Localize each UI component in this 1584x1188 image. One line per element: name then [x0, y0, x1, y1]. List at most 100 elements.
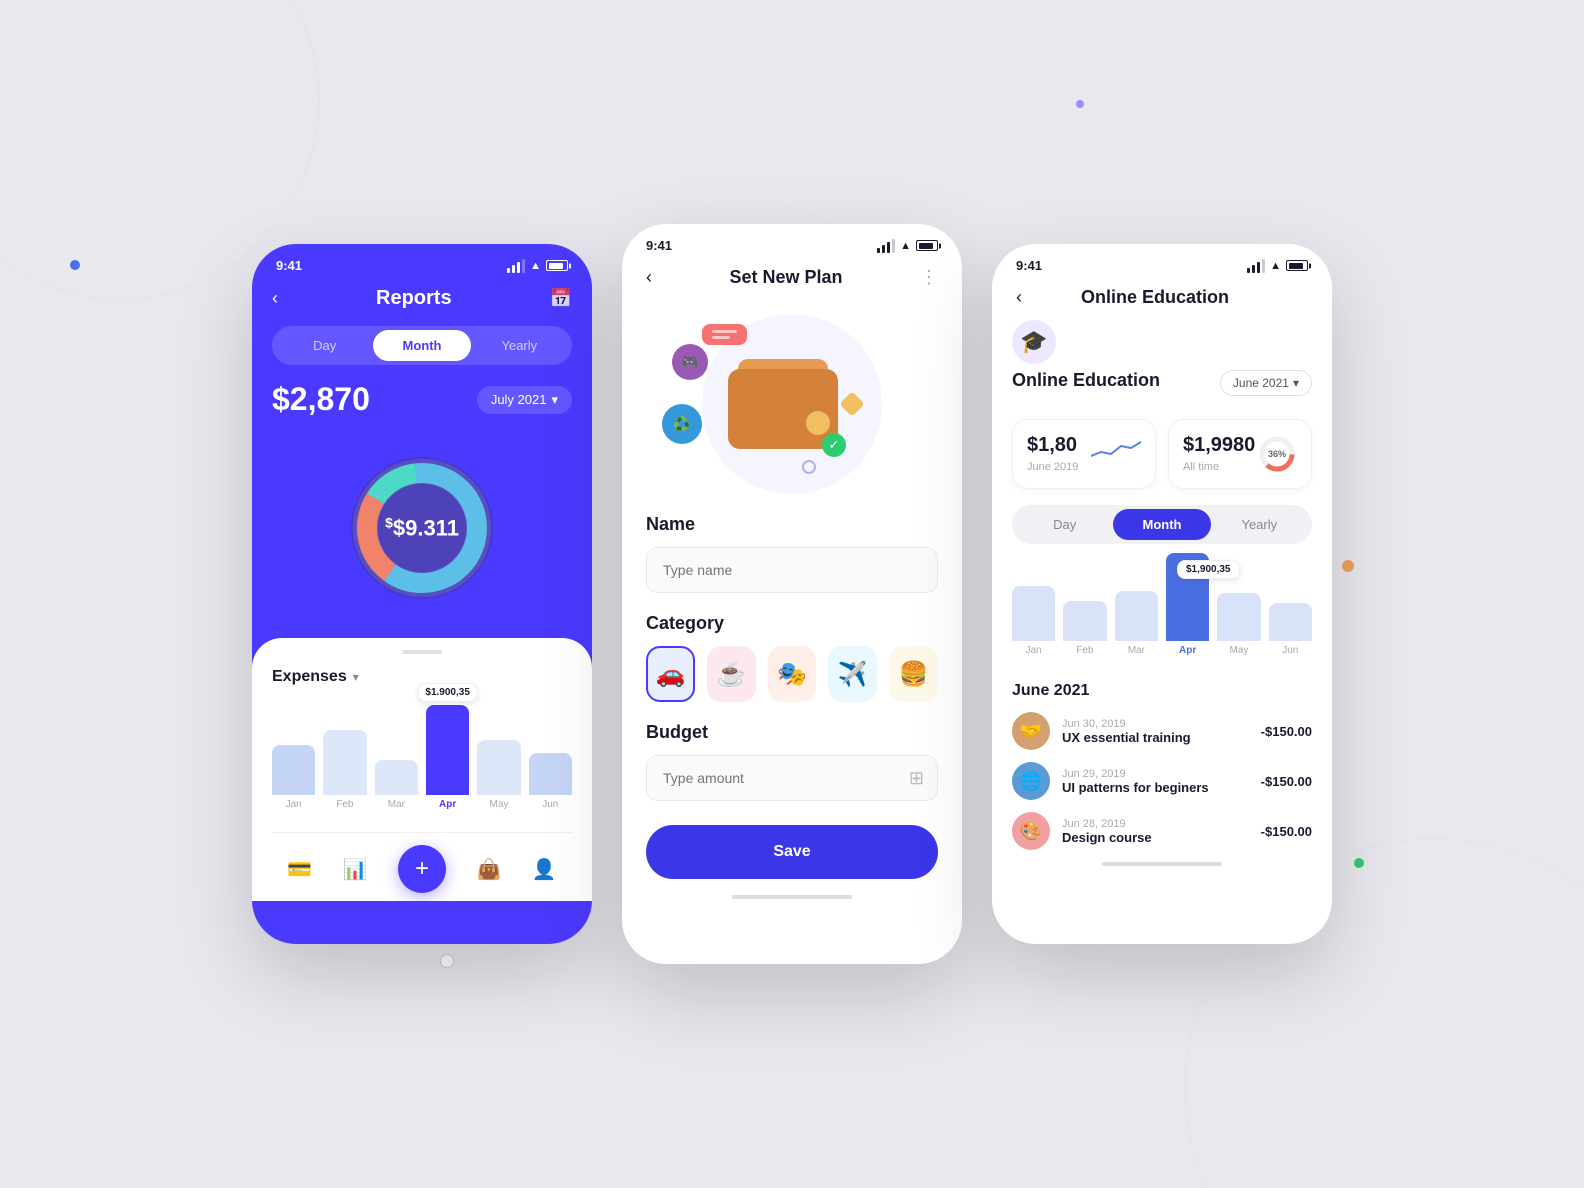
save-button[interactable]: Save — [646, 825, 938, 879]
back-button-3[interactable]: ‹ — [1016, 287, 1022, 308]
bottom-handle — [402, 650, 442, 654]
home-indicator-3 — [1102, 862, 1222, 866]
dropdown-arrow: ▾ — [551, 392, 558, 408]
calculator-icon: ⊞ — [909, 768, 924, 789]
p3-content: 🎓 Online Education June 2021 ▾ $1,80 Jun… — [992, 320, 1332, 850]
status-icons-3: ▲ — [1247, 259, 1308, 273]
donut-center-value: $$9.311 — [385, 514, 459, 541]
p3-title-row: Online Education June 2021 ▾ — [1012, 370, 1312, 405]
bar-tooltip: $1.900,35 — [417, 683, 478, 702]
category-travel[interactable]: ✈️ — [828, 646, 877, 702]
share-icon[interactable]: ⋮ — [920, 267, 938, 288]
name-input[interactable] — [646, 547, 938, 593]
name-label: Name — [646, 514, 938, 535]
stat2-amount: $1,9980 — [1183, 434, 1255, 457]
status-bar-1: 9:41 ▲ — [252, 244, 592, 279]
bar-edu-may: May — [1217, 593, 1260, 656]
category-food[interactable]: 🍔 — [889, 646, 938, 702]
trans-date-3: Jun 28, 2019 — [1062, 818, 1249, 830]
float-card — [702, 324, 747, 345]
category-coffee[interactable]: ☕ — [707, 646, 756, 702]
trans-icon-1: 🤝 — [1012, 712, 1050, 750]
total-amount: $2,870 — [272, 381, 370, 418]
tab-bar-reports: Day Month Yearly — [272, 326, 572, 365]
dropdown-chevron: ▾ — [1293, 376, 1299, 390]
status-time-1: 9:41 — [276, 258, 302, 273]
trans-info-2: Jun 29, 2019 UI patterns for beginers — [1062, 768, 1249, 795]
page-title-2: Set New Plan — [729, 267, 842, 288]
back-button-2[interactable]: ‹ — [646, 267, 652, 288]
bar-apr: $1.900,35 Apr — [426, 705, 469, 810]
bottom-nav-1: 💳 📊 + 👜 👤 — [272, 832, 572, 901]
tab-edu-day[interactable]: Day — [1016, 509, 1113, 540]
bar-mar: Mar — [375, 760, 418, 810]
battery-icon-2 — [916, 240, 938, 251]
badge-blue: ♻️ — [662, 404, 702, 444]
tab-month[interactable]: Month — [373, 330, 470, 361]
p1-bottom-panel: Expenses ▾ Jan Feb Mar — [252, 638, 592, 901]
bar-may: May — [477, 740, 520, 810]
donut-chart: $$9.311 — [332, 438, 512, 618]
battery-icon-3 — [1286, 260, 1308, 271]
tab-edu-month[interactable]: Month — [1113, 509, 1210, 540]
edu-icon: 🎓 — [1012, 320, 1056, 364]
bar-chart-reports: Jan Feb Mar $1.900,35 Apr — [272, 702, 572, 832]
transaction-item-3: 🎨 Jun 28, 2019 Design course -$150.00 — [1012, 812, 1312, 850]
page-title-3: Online Education — [1081, 287, 1229, 308]
mini-line-chart — [1091, 434, 1141, 462]
bar-jan: Jan — [272, 745, 315, 810]
expenses-dropdown[interactable]: ▾ — [353, 670, 359, 684]
date-dropdown[interactable]: June 2021 ▾ — [1220, 370, 1312, 396]
trans-date-1: Jun 30, 2019 — [1062, 718, 1249, 730]
nav-chart-icon[interactable]: 📊 — [343, 857, 368, 882]
bar-edu-jan: Jan — [1012, 586, 1055, 656]
p2-form: Name Category 🚗 ☕ 🎭 ✈️ 🍔 Budget ⊞ — [622, 514, 962, 801]
calendar-icon[interactable]: 📅 — [550, 288, 572, 309]
status-icons-1: ▲ — [507, 259, 568, 273]
month-title: June 2021 — [1012, 682, 1312, 700]
status-time-3: 9:41 — [1016, 258, 1042, 273]
transaction-item-1: 🤝 Jun 30, 2019 UX essential training -$1… — [1012, 712, 1312, 750]
badge-purple: 🎮 — [672, 344, 708, 380]
tab-day[interactable]: Day — [276, 330, 373, 361]
bar-chart-edu: $1,900,35 Jan Feb Mar Apr — [1012, 558, 1312, 678]
bar-feb: Feb — [323, 730, 366, 810]
p2-header: ‹ Set New Plan ⋮ — [622, 259, 962, 304]
circle-decoration — [802, 460, 816, 474]
period-label: July 2021 — [491, 392, 547, 407]
signal-bars-2 — [877, 239, 895, 253]
bar-tooltip-edu: $1,900,35 — [1177, 560, 1240, 579]
fab-add-button[interactable]: + — [398, 845, 446, 893]
wallet-illustration: ✓ — [723, 359, 843, 449]
bar-edu-feb: Feb — [1063, 601, 1106, 656]
budget-input[interactable] — [646, 755, 938, 801]
stat-card-2: $1,9980 All time 36% — [1168, 419, 1312, 489]
wallet-check: ✓ — [822, 433, 846, 457]
stat1-amount: $1,80 — [1027, 434, 1078, 457]
trans-icon-3: 🎨 — [1012, 812, 1050, 850]
trans-icon-2: 🌐 — [1012, 762, 1050, 800]
ring-chart: 36% — [1257, 434, 1297, 474]
period-badge[interactable]: July 2021 ▾ — [477, 386, 572, 414]
trans-amount-3: -$150.00 — [1261, 824, 1312, 839]
status-bar-2: 9:41 ▲ — [622, 224, 962, 259]
tab-bar-edu: Day Month Yearly — [1012, 505, 1312, 544]
trans-info-3: Jun 28, 2019 Design course — [1062, 818, 1249, 845]
tab-edu-yearly[interactable]: Yearly — [1211, 509, 1308, 540]
p2-illustration: ✓ 🎮 ♻️ — [622, 304, 962, 504]
nav-card-icon[interactable]: 💳 — [287, 857, 312, 882]
tab-yearly[interactable]: Yearly — [471, 330, 568, 361]
signal-bars-3 — [1247, 259, 1265, 273]
back-button-1[interactable]: ‹ — [272, 288, 278, 309]
category-icons: 🚗 ☕ 🎭 ✈️ 🍔 — [646, 646, 938, 702]
category-entertainment[interactable]: 🎭 — [768, 646, 817, 702]
category-label: Category — [646, 613, 938, 634]
status-time-2: 9:41 — [646, 238, 672, 253]
home-indicator-2 — [732, 895, 852, 899]
wallet-body: ✓ — [728, 369, 838, 449]
trans-name-1: UX essential training — [1062, 730, 1249, 745]
nav-wallet-icon[interactable]: 👜 — [476, 857, 501, 882]
date-label: June 2021 — [1233, 376, 1289, 390]
category-car[interactable]: 🚗 — [646, 646, 695, 702]
nav-profile-icon[interactable]: 👤 — [532, 857, 557, 882]
